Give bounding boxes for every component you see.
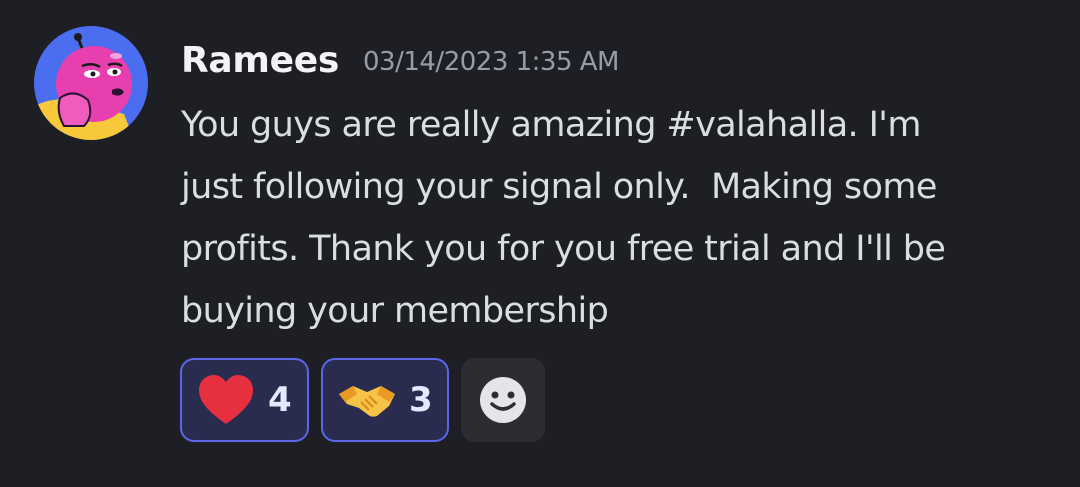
message-text: You guys are really amazing #valahalla. … bbox=[181, 105, 946, 331]
handshake-icon bbox=[337, 370, 397, 430]
reaction-handshake[interactable]: 3 bbox=[321, 358, 449, 442]
add-reaction-button[interactable] bbox=[461, 358, 545, 442]
reaction-heart[interactable]: 4 bbox=[180, 358, 309, 442]
red-heart-icon bbox=[196, 370, 256, 430]
username[interactable]: Ramees bbox=[181, 40, 339, 81]
reaction-bar: 4 3 bbox=[180, 358, 545, 442]
avatar-illustration-icon bbox=[34, 26, 148, 140]
smiley-face-icon bbox=[480, 377, 526, 423]
reaction-count: 4 bbox=[268, 380, 292, 420]
reaction-count: 3 bbox=[409, 380, 433, 420]
user-avatar[interactable] bbox=[34, 26, 148, 140]
chat-message: Ramees 03/14/2023 1:35 AM You guys are r… bbox=[0, 0, 1080, 487]
message-header: Ramees 03/14/2023 1:35 AM bbox=[181, 34, 620, 86]
timestamp: 03/14/2023 1:35 AM bbox=[363, 47, 620, 77]
